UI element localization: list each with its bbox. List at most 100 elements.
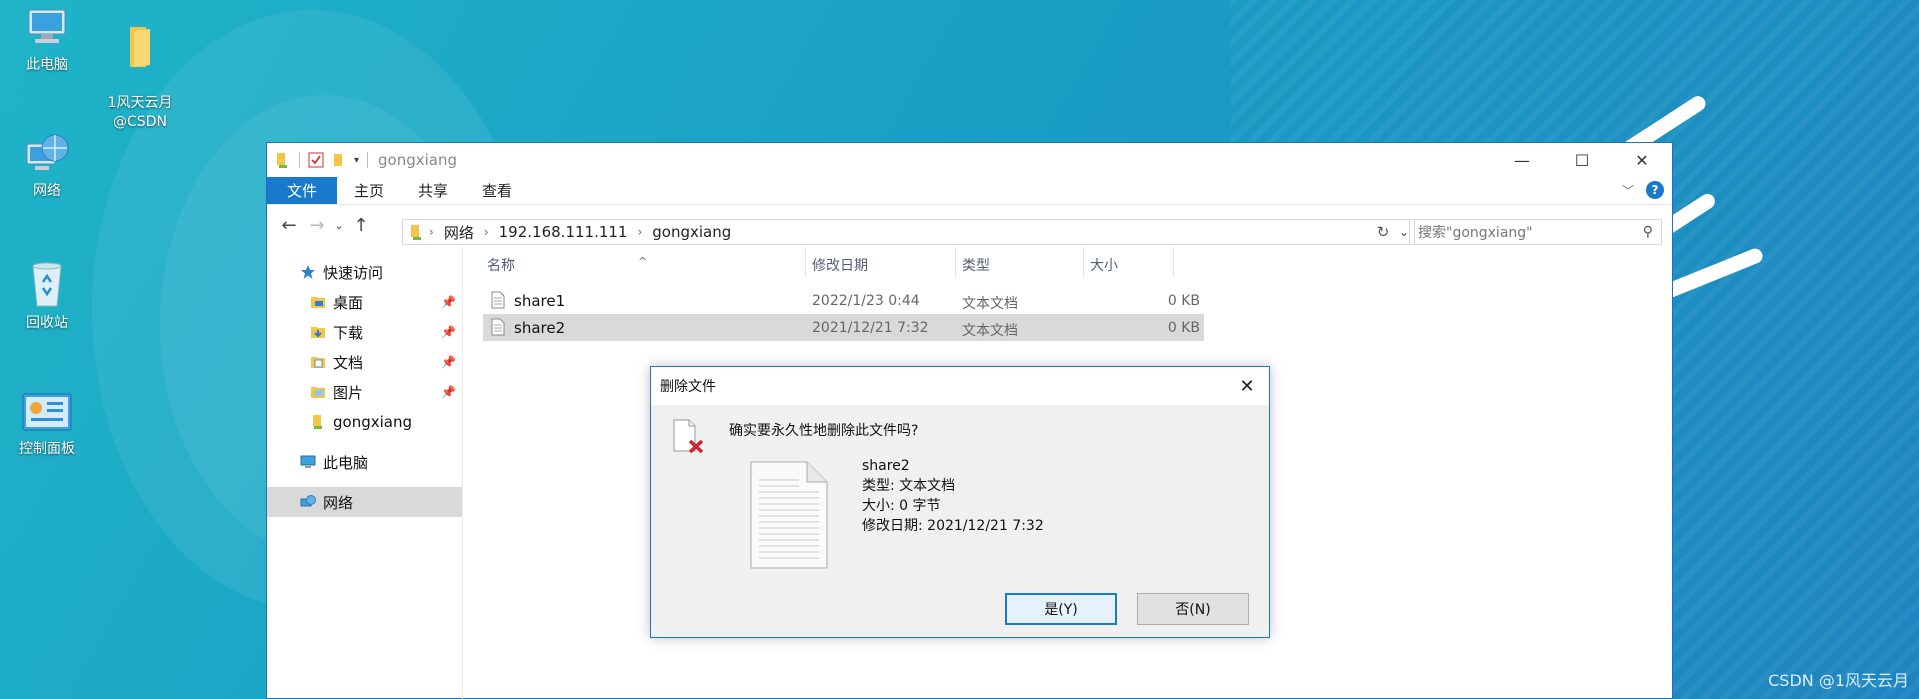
sidebar-item-label: 桌面 [333,293,364,312]
download-folder-icon [311,327,325,338]
pin-icon[interactable]: 📌 [441,355,456,369]
file-list: ^ 名称 修改日期 类型 大小 share1 2022/1/23 0:44 文本… [483,247,1204,341]
expand-ribbon-icon[interactable]: ﹀ [1622,182,1634,199]
back-arrow-icon[interactable]: ← [275,215,303,236]
breadcrumb-network[interactable]: 网络 [444,222,474,243]
chevron-right-icon[interactable]: › [637,225,642,239]
desktop-icon-control-panel[interactable]: 控制面板 [0,392,97,459]
file-row-share1[interactable]: share1 2022/1/23 0:44 文本文档 0 KB [483,287,1204,314]
detail-name: share2 [862,458,910,474]
column-divider[interactable] [955,247,956,277]
column-header-size[interactable]: 大小 [1090,255,1118,275]
dialog-title-bar: 删除文件 ✕ [651,367,1269,405]
search-input[interactable]: 搜索"gongxiang" ⚲ [1409,219,1662,245]
column-divider[interactable] [1173,247,1174,277]
properties-icon[interactable] [308,152,324,168]
column-header-type[interactable]: 类型 [962,255,990,275]
desktop-icon-label: 1风天云月 @CSDN [107,95,173,130]
pin-icon[interactable]: 📌 [441,385,456,399]
column-divider[interactable] [805,247,806,277]
forward-arrow-icon[interactable]: → [303,215,331,236]
sidebar-item-label: gongxiang [333,413,412,431]
maximize-button[interactable]: ☐ [1552,143,1612,177]
sidebar-item-network[interactable]: 网络 [267,487,462,517]
network-globe-icon [26,134,69,170]
file-date: 2021/12/21 7:32 [812,320,929,336]
sidebar-item-this-pc[interactable]: 此电脑 [267,447,462,477]
file-type: 文本文档 [962,323,1018,339]
chevron-right-icon[interactable]: › [429,225,434,239]
delete-file-icon [673,419,704,454]
window-controls: — ☐ ✕ [1492,143,1672,177]
detail-size: 大小: 0 字节 [862,498,941,514]
desktop-icon-network[interactable]: 网络 [0,130,97,201]
close-button[interactable]: ✕ [1612,143,1672,177]
text-file-thumbnail-icon [750,461,828,569]
text-file-icon [491,318,505,336]
file-type: 文本文档 [962,296,1018,312]
network-folder-icon [277,153,287,168]
file-size: 0 KB [1167,293,1200,309]
chevron-right-icon[interactable]: › [484,225,489,239]
navigation-pane: 快速访问 桌面 📌 下载 📌 文档 📌 图片 📌 gongxiang 此电脑 网… [267,247,463,699]
address-bar[interactable]: › 网络 › 192.168.111.111 › gongxiang ⌄ [402,219,1415,245]
tab-file[interactable]: 文件 [267,177,338,204]
file-size: 0 KB [1167,320,1200,336]
breadcrumb-share[interactable]: gongxiang [652,223,731,241]
sidebar-item-documents[interactable]: 文档 📌 [267,347,462,377]
column-header-date[interactable]: 修改日期 [812,255,868,275]
column-header-name[interactable]: 名称 [487,255,515,275]
sidebar-item-pictures[interactable]: 图片 📌 [267,377,462,407]
desktop-icon-label: 回收站 [26,315,68,331]
pin-icon[interactable]: 📌 [441,325,456,339]
new-folder-icon[interactable] [332,152,346,168]
file-name: share1 [514,292,566,310]
divider [367,152,369,168]
desktop-icon-label: 控制面板 [19,441,75,457]
network-folder-icon [411,225,421,240]
file-row-share2[interactable]: share2 2021/12/21 7:32 文本文档 0 KB [483,314,1204,341]
desktop-icon-recycle-bin[interactable]: 回收站 [0,258,97,333]
sidebar-item-label: 网络 [323,493,354,512]
desktop-icon-this-pc[interactable]: 此电脑 [0,4,97,75]
no-button[interactable]: 否(N) [1137,593,1249,625]
desktop-icon-label: 网络 [33,183,61,199]
tab-view[interactable]: 查看 [465,177,529,204]
delete-file-dialog: 删除文件 ✕ 确实要永久性地删除此文件吗? share2 类型: 文本文档 大小… [650,366,1270,638]
watermark: CSDN @1风天云月 [1768,671,1909,690]
sidebar-item-quick-access[interactable]: 快速访问 [267,257,462,287]
ribbon-tabs: 文件 主页 共享 查看 ﹀ ? [267,177,1672,204]
sidebar-item-desktop[interactable]: 桌面 📌 [267,287,462,317]
file-name: share2 [514,319,566,337]
recent-locations-icon[interactable]: ⌄ [331,219,347,232]
customize-toolbar-icon[interactable]: ▾ [354,155,359,166]
ribbon-tools: ﹀ ? [1622,181,1664,199]
column-divider[interactable] [1083,247,1084,277]
window-title: gongxiang [378,151,458,169]
dialog-close-button[interactable]: ✕ [1225,376,1269,397]
sidebar-item-label: 图片 [333,383,364,402]
pictures-folder-icon [311,387,325,398]
detail-date: 修改日期: 2021/12/21 7:32 [862,518,1044,534]
sidebar-item-downloads[interactable]: 下载 📌 [267,317,462,347]
breadcrumb-host[interactable]: 192.168.111.111 [499,223,628,241]
recycle-bin-icon [32,262,62,307]
refresh-icon[interactable]: ↻ [1370,219,1396,245]
tab-home[interactable]: 主页 [337,177,401,204]
help-icon[interactable]: ? [1646,181,1664,199]
sidebar-item-label: 快速访问 [323,263,384,282]
minimize-button[interactable]: — [1492,143,1552,177]
up-arrow-icon[interactable]: ↑ [347,215,375,236]
title-bar: ▾ gongxiang — ☐ ✕ [267,143,1672,177]
yes-button[interactable]: 是(Y) [1005,593,1117,625]
pin-icon[interactable]: 📌 [441,295,456,309]
documents-folder-icon [311,357,325,368]
desktop-folder-icon [311,297,325,308]
search-icon: ⚲ [1642,224,1653,240]
tab-share[interactable]: 共享 [401,177,465,204]
detail-type: 类型: 文本文档 [862,478,956,494]
sidebar-item-gongxiang[interactable]: gongxiang [267,407,462,437]
dialog-title: 删除文件 [660,379,716,395]
desktop-icon-folder[interactable]: 1风天云月 @CSDN [90,4,190,132]
folder-icon [130,27,150,67]
